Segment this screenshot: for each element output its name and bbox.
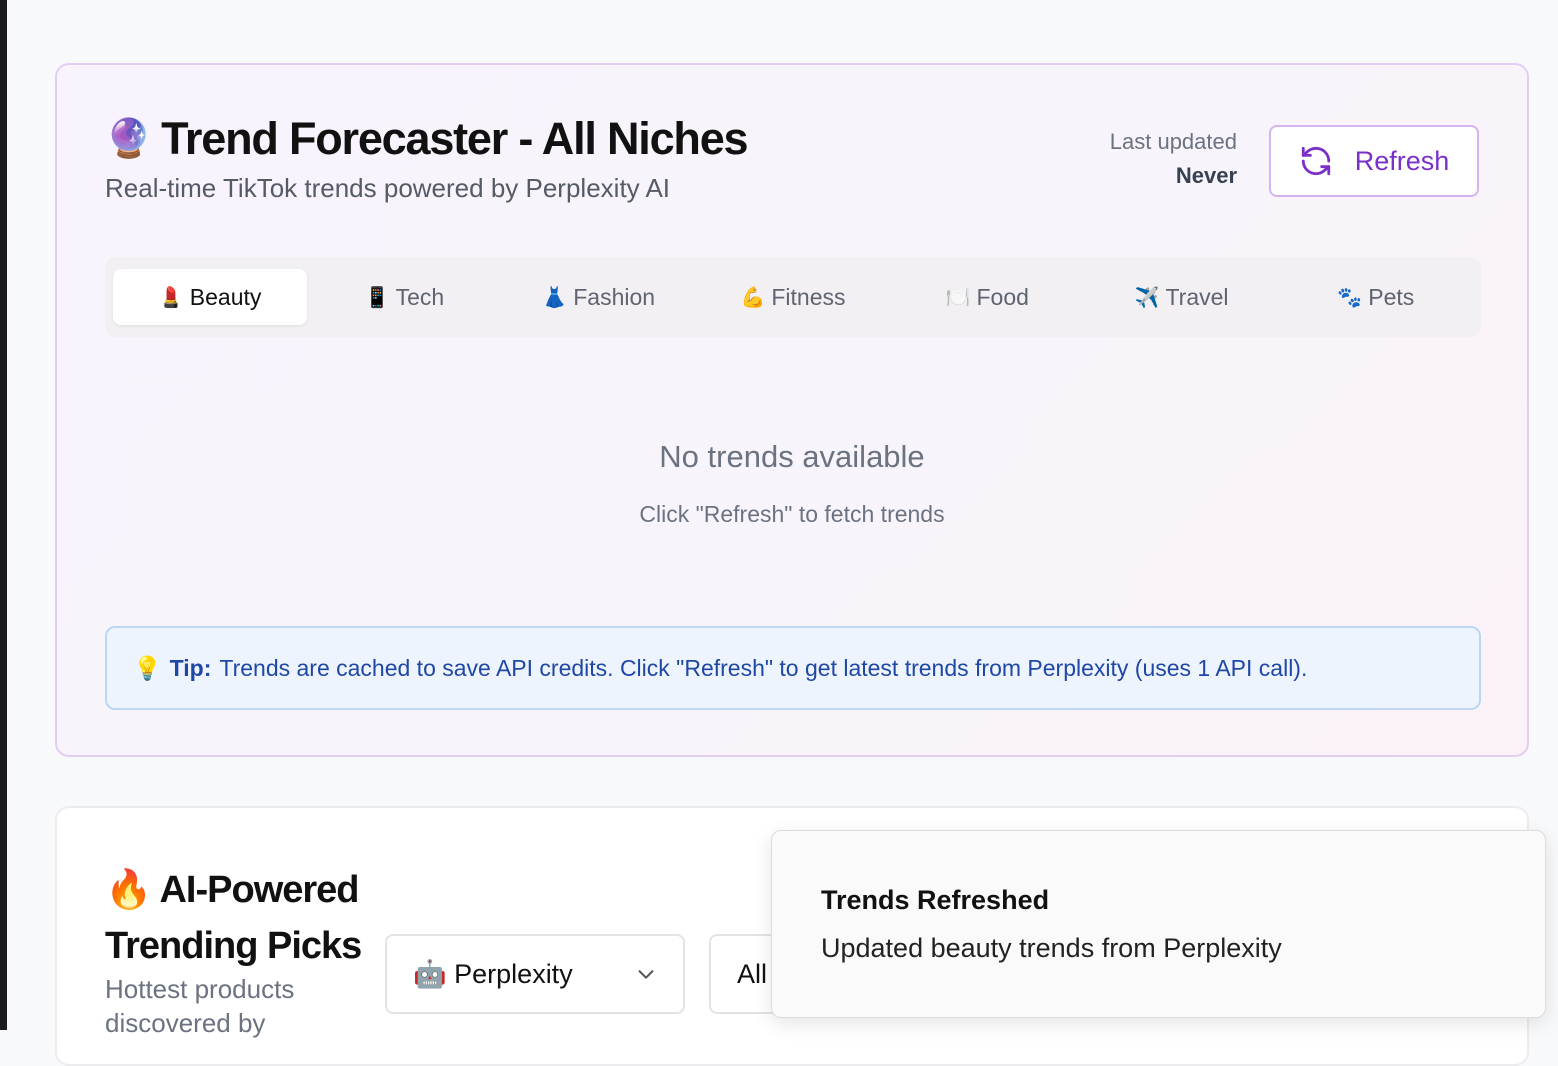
tip-banner: 💡 Tip: Trends are cached to save API cre… xyxy=(105,626,1481,710)
category-select-value: All xyxy=(737,958,768,989)
forecaster-title-text: Trend Forecaster - All Niches xyxy=(161,113,748,164)
lipstick-icon: 💄 xyxy=(158,286,184,309)
tab-travel[interactable]: ✈️ Travel xyxy=(1084,269,1278,325)
empty-state-title: No trends available xyxy=(659,439,925,474)
refresh-icon xyxy=(1301,146,1330,176)
toast-notification[interactable]: Trends Refreshed Updated beauty trends f… xyxy=(771,830,1546,1018)
model-select[interactable]: 🤖 Perplexity xyxy=(385,934,685,1014)
robot-icon: 🤖 xyxy=(413,959,447,989)
forecaster-subtitle: Real-time TikTok trends powered by Perpl… xyxy=(105,173,671,203)
airplane-icon: ✈️ xyxy=(1134,286,1160,309)
forecaster-title: 🔮 Trend Forecaster - All Niches xyxy=(105,113,749,165)
model-select-value-wrap: 🤖 Perplexity xyxy=(413,958,573,990)
refresh-label: Refresh xyxy=(1354,145,1450,176)
tab-label: Pets xyxy=(1368,283,1415,310)
paw-prints-icon: 🐾 xyxy=(1337,286,1363,309)
window-edge xyxy=(0,0,7,1030)
tab-food[interactable]: 🍽️ Food xyxy=(890,269,1084,325)
model-select-value: Perplexity xyxy=(454,959,573,989)
fire-icon: 🔥 xyxy=(105,869,152,911)
chevron-down-icon xyxy=(638,970,654,979)
flexed-biceps-icon: 💪 xyxy=(740,286,766,309)
last-updated-value: Never xyxy=(1175,163,1237,188)
toast-title: Trends Refreshed xyxy=(821,885,1050,915)
tab-label: Beauty xyxy=(189,283,262,310)
tab-fitness[interactable]: 💪 Fitness xyxy=(696,269,890,325)
tip-text: Trends are cached to save API credits. C… xyxy=(219,654,1308,681)
tab-label: Travel xyxy=(1165,283,1229,310)
last-updated-label: Last updated xyxy=(1109,129,1237,154)
tab-label: Fitness xyxy=(771,283,846,310)
empty-state-subtitle: Click "Refresh" to fetch trends xyxy=(639,501,945,527)
tab-label: Food xyxy=(976,283,1029,310)
picks-title: 🔥 AI-Powered Trending Picks xyxy=(105,862,385,974)
phone-icon: 📱 xyxy=(364,286,390,309)
toast-message: Updated beauty trends from Perplexity xyxy=(821,933,1282,963)
lightbulb-icon: 💡 xyxy=(133,654,162,681)
tab-label: Fashion xyxy=(573,283,656,310)
refresh-button[interactable]: Refresh xyxy=(1269,125,1479,197)
crystal-ball-icon: 🔮 xyxy=(105,118,152,160)
tab-label: Tech xyxy=(395,283,445,310)
tab-fashion[interactable]: 👗 Fashion xyxy=(502,269,696,325)
tab-pets[interactable]: 🐾 Pets xyxy=(1279,269,1473,325)
niche-tabs: 💄 Beauty 📱 Tech 👗 Fashion 💪 Fitness 🍽️ F… xyxy=(105,257,1481,337)
tab-tech[interactable]: 📱 Tech xyxy=(307,269,501,325)
plate-icon: 🍽️ xyxy=(945,286,971,309)
dress-icon: 👗 xyxy=(542,286,568,309)
trend-forecaster-card: 🔮 Trend Forecaster - All Niches Real-tim… xyxy=(55,63,1529,757)
tab-beauty[interactable]: 💄 Beauty xyxy=(113,269,308,325)
tip-label: Tip: xyxy=(169,654,212,681)
last-updated: Last updated Never xyxy=(1110,129,1237,189)
